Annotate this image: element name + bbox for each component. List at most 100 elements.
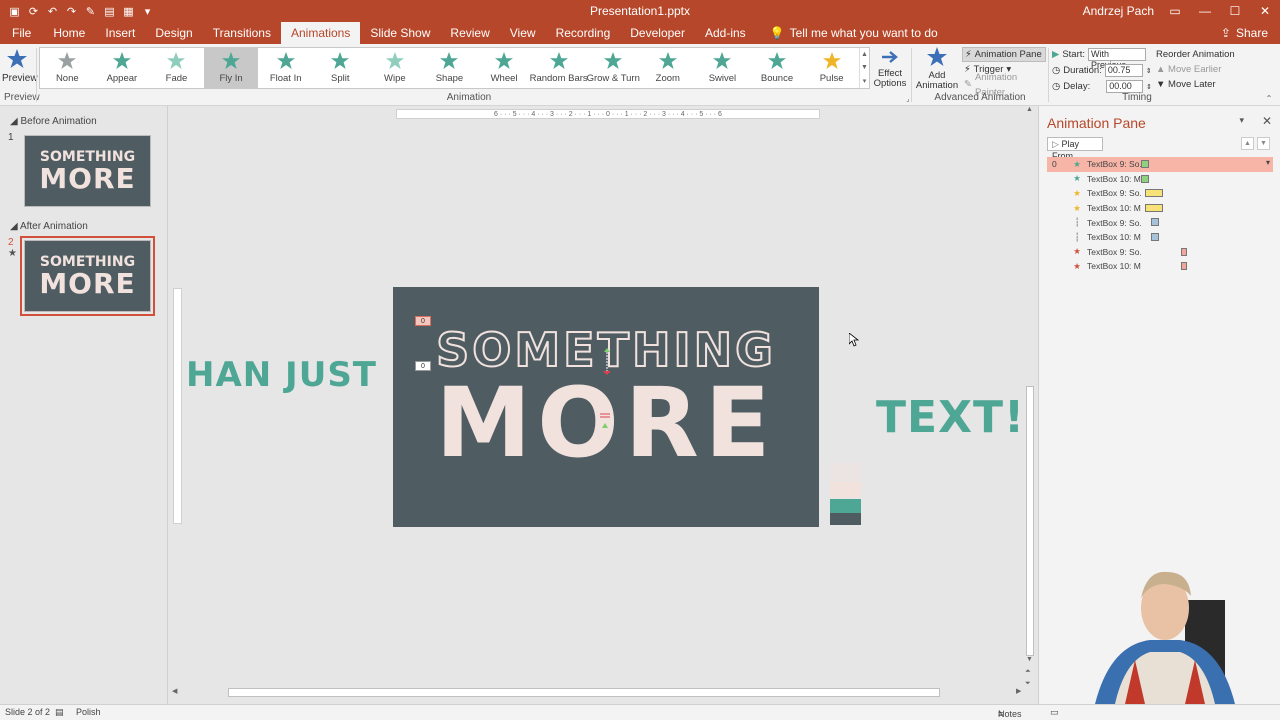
minimize-icon[interactable]: — xyxy=(1190,0,1220,22)
slide-thumbnail-1[interactable]: SOMETHING MORE xyxy=(24,135,151,207)
tab-recording[interactable]: Recording xyxy=(546,22,621,44)
animation-tag[interactable]: 0 xyxy=(415,316,431,326)
tab-slide-show[interactable]: Slide Show xyxy=(360,22,440,44)
animation-tag[interactable]: 0 xyxy=(415,361,431,371)
previous-slide-icon[interactable]: ⏶ xyxy=(1025,668,1031,676)
animation-split[interactable]: Split xyxy=(313,48,368,88)
animation-fade[interactable]: Fade xyxy=(149,48,204,88)
horizontal-scroll-thumb[interactable] xyxy=(228,688,940,697)
animation-wheel[interactable]: Wheel xyxy=(477,48,532,88)
animation-pane-item[interactable]: ★ TextBox 10: M... xyxy=(1047,172,1273,187)
animation-random-bars[interactable]: Random Bars xyxy=(530,48,588,88)
timeline-bar[interactable] xyxy=(1141,174,1149,183)
format-painter-icon[interactable]: ✎ xyxy=(84,5,97,18)
user-name[interactable]: Andrzej Pach xyxy=(1083,4,1154,18)
more-icon[interactable]: ▾ xyxy=(863,77,867,85)
section-header-after[interactable]: ◢ After Animation xyxy=(10,221,88,232)
spell-check-icon[interactable]: ▤ xyxy=(55,707,64,718)
slide[interactable]: SOMETHING MORE 0 0 xyxy=(393,287,819,527)
animation-pane-item[interactable]: ★ TextBox 10: M... xyxy=(1047,201,1273,216)
tell-me-box[interactable]: 💡 Tell me what you want to do xyxy=(756,22,938,44)
undo-icon[interactable]: ↶ xyxy=(46,5,59,18)
close-icon[interactable]: ✕ xyxy=(1250,0,1280,22)
delay-spinner-icon[interactable]: ⇕ xyxy=(1146,83,1152,91)
tab-review[interactable]: Review xyxy=(440,22,499,44)
scroll-down-icon[interactable]: ▼ xyxy=(1026,656,1033,663)
gallery-scroll[interactable]: ▲ ▼ ▾ xyxy=(859,48,869,88)
autosave-icon[interactable]: ⟳ xyxy=(27,5,40,18)
start-dropdown[interactable]: With Previous xyxy=(1088,48,1147,70)
animation-pane-item[interactable]: ★ TextBox 9: So... xyxy=(1047,186,1273,201)
timeline-bar[interactable] xyxy=(1145,203,1163,212)
slide-editing-canvas[interactable]: 6 · · · 5 · · · 4 · · · 3 · · · 2 · · · … xyxy=(168,106,1038,704)
color-swatch[interactable] xyxy=(830,513,861,525)
offslide-text-right[interactable]: TEXT! xyxy=(876,392,1025,443)
color-swatch[interactable] xyxy=(830,463,861,480)
tab-file[interactable]: File xyxy=(0,22,43,44)
move-earlier-button[interactable]: ▲ Move Earlier xyxy=(1156,62,1256,77)
chevron-up-icon[interactable]: ▲ xyxy=(861,51,868,58)
effect-options-button[interactable]: Effect Options xyxy=(873,48,907,89)
slide-thumbnail-2[interactable]: SOMETHING MORE xyxy=(20,236,155,316)
redo-icon[interactable]: ↷ xyxy=(65,5,78,18)
preview-button[interactable]: Preview xyxy=(2,48,38,88)
ribbon-display-options-icon[interactable]: ▭ xyxy=(1160,0,1190,22)
animation-bounce[interactable]: Bounce xyxy=(750,48,805,88)
tab-view[interactable]: View xyxy=(500,22,546,44)
animation-none[interactable]: None xyxy=(40,48,95,88)
item-dropdown-icon[interactable]: ▾ xyxy=(1266,158,1270,167)
animation-fly-in[interactable]: Fly In xyxy=(203,48,259,88)
animation-pane-item[interactable]: ★ TextBox 10: M... xyxy=(1047,259,1273,274)
scroll-right-icon[interactable]: ▶ xyxy=(1016,687,1021,695)
move-later-button[interactable]: ▼ Move Later xyxy=(1156,77,1256,92)
animation-pane-button[interactable]: ⚡ Animation Pane xyxy=(962,47,1046,62)
motion-path-marker-icon[interactable] xyxy=(601,345,613,377)
animation-painter-button[interactable]: ✎ Animation Painter xyxy=(962,72,1046,98)
scroll-up-icon[interactable]: ▲ xyxy=(1026,106,1033,113)
timeline-bar[interactable] xyxy=(1141,160,1149,168)
offslide-text-left[interactable]: HAN JUST xyxy=(186,355,377,395)
customize-toolbar-icon[interactable]: ▾ xyxy=(141,5,154,18)
timeline-bar[interactable] xyxy=(1181,247,1187,256)
vertical-scrollbar[interactable]: ▲ ▼ ⏶ ⏷ xyxy=(1024,106,1036,704)
animation-pane-item[interactable]: ┆ TextBox 9: So... xyxy=(1047,215,1273,230)
vertical-scroll-thumb[interactable] xyxy=(1026,386,1034,656)
normal-view-icon[interactable]: ▭ xyxy=(1050,707,1059,718)
collapse-ribbon-icon[interactable]: ⌃ xyxy=(1262,94,1276,103)
save-icon[interactable]: ▤ xyxy=(103,5,116,18)
tab-add-ins[interactable]: Add-ins xyxy=(695,22,756,44)
tab-design[interactable]: Design xyxy=(145,22,202,44)
move-down-icon[interactable]: ▼ xyxy=(1257,137,1270,150)
timeline-bar[interactable] xyxy=(1145,189,1163,198)
restore-icon[interactable]: ☐ xyxy=(1220,0,1250,22)
scroll-left-icon[interactable]: ◀ xyxy=(172,687,177,695)
animation-wipe[interactable]: Wipe xyxy=(368,48,423,88)
timeline-bar[interactable] xyxy=(1181,262,1187,271)
motion-path-marker-icon[interactable] xyxy=(599,411,611,433)
animation-shape[interactable]: Shape xyxy=(422,48,477,88)
add-animation-button[interactable]: Add Animation xyxy=(914,46,960,91)
chevron-down-icon[interactable]: ▼ xyxy=(861,64,868,71)
duration-input[interactable]: 00.75 xyxy=(1104,64,1143,77)
share-button[interactable]: ⇪ Share xyxy=(1221,22,1268,44)
move-up-icon[interactable]: ▲ xyxy=(1241,137,1254,150)
section-header-before[interactable]: ◢ Before Animation xyxy=(10,116,97,127)
tab-insert[interactable]: Insert xyxy=(95,22,145,44)
app-icon[interactable]: ▣ xyxy=(8,5,21,18)
animation-appear[interactable]: Appear xyxy=(95,48,150,88)
close-icon[interactable]: ✕ xyxy=(1262,114,1272,128)
timeline-bar[interactable] xyxy=(1151,232,1159,241)
play-from-button[interactable]: ▷ Play From xyxy=(1047,137,1103,161)
animation-pulse[interactable]: Pulse xyxy=(804,48,859,88)
animation-swivel[interactable]: Swivel xyxy=(695,48,750,88)
horizontal-scrollbar[interactable]: ◀ ▶ xyxy=(168,687,1028,698)
color-swatch[interactable] xyxy=(830,481,861,498)
animation-pane-item[interactable]: 0 ★ TextBox 9: So... ▾ xyxy=(1047,157,1273,172)
duration-spinner-icon[interactable]: ⇕ xyxy=(1146,67,1152,75)
animation-float-in[interactable]: Float In xyxy=(258,48,313,88)
tab-developer[interactable]: Developer xyxy=(620,22,695,44)
tab-transitions[interactable]: Transitions xyxy=(203,22,281,44)
animation-zoom[interactable]: Zoom xyxy=(641,48,696,88)
pane-options-icon[interactable]: ▾ xyxy=(1239,115,1244,126)
timeline-bar[interactable] xyxy=(1151,218,1159,227)
